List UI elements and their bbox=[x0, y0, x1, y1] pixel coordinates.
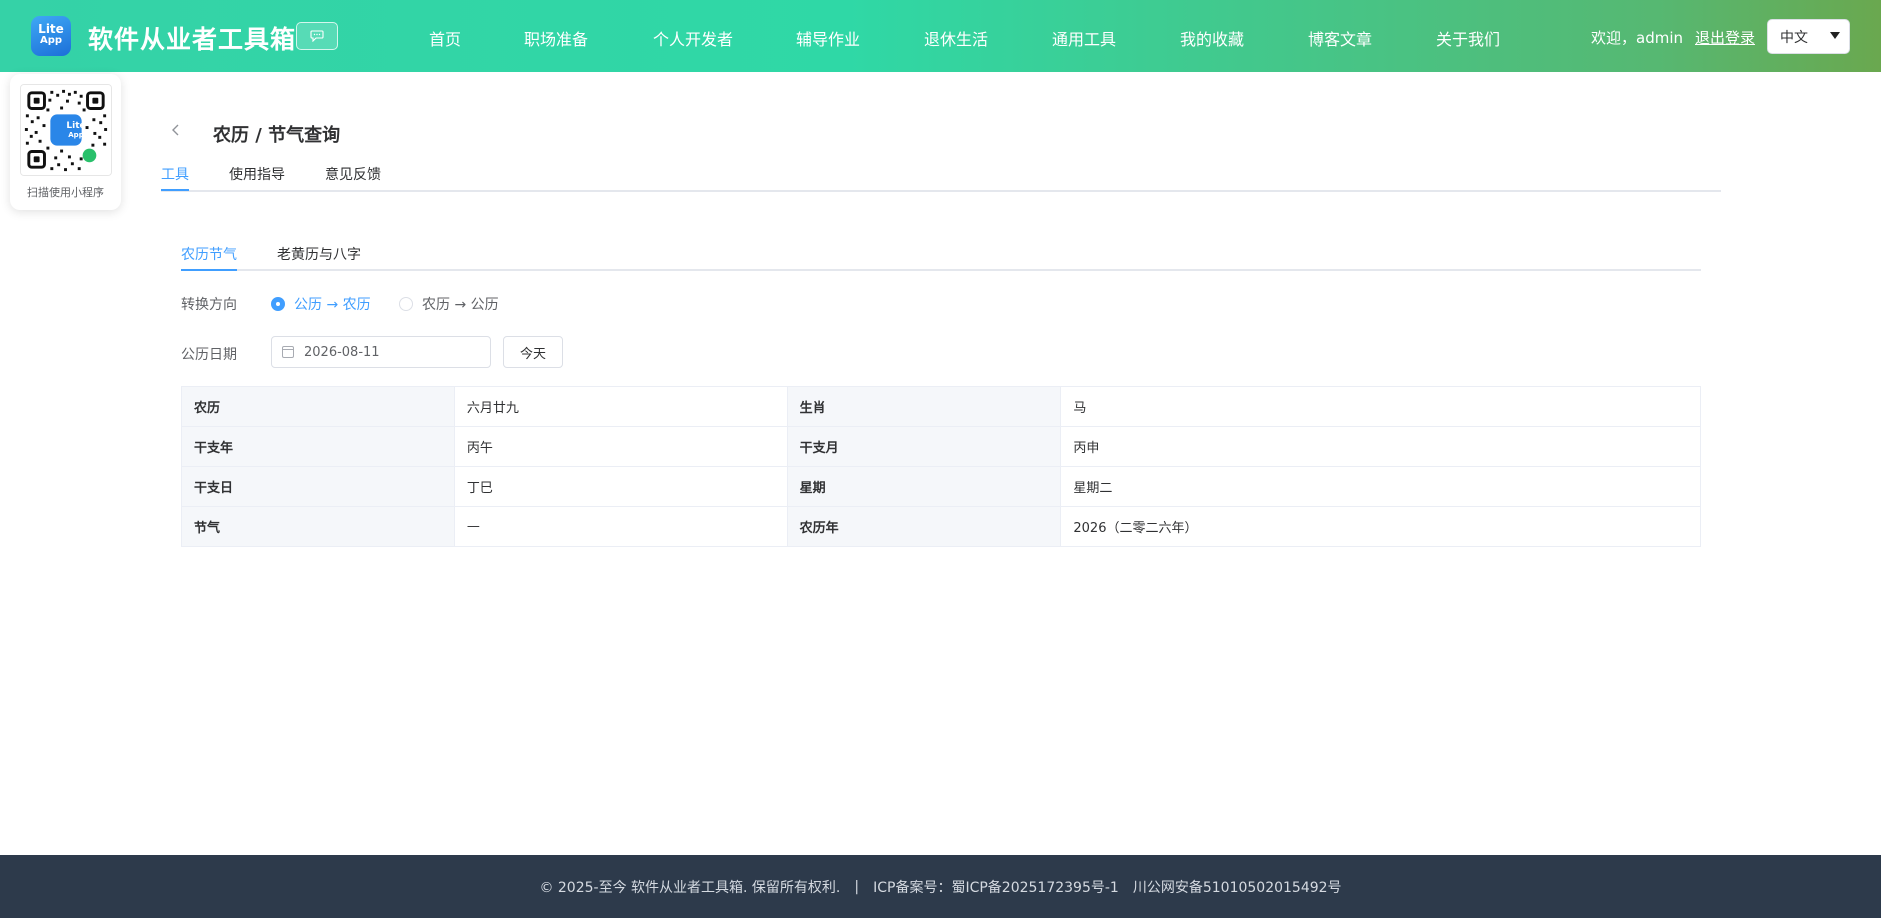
nav-retirement[interactable]: 退休生活 bbox=[924, 26, 988, 50]
footer-copyright: © 2025-至今 软件从业者工具箱. 保留所有权利. bbox=[539, 879, 841, 896]
mini-program-qr-card: Lite App 扫描使用小程序 bbox=[10, 74, 121, 210]
table-row: 农历 六月廿九 生肖 马 bbox=[181, 386, 1701, 427]
page-tabs: 工具 使用指导 意见反馈 bbox=[161, 160, 1721, 192]
table-label: 干支日 bbox=[181, 466, 455, 507]
table-label: 节气 bbox=[181, 506, 455, 547]
nav-indie-dev[interactable]: 个人开发者 bbox=[653, 26, 733, 50]
qr-logo-bottom: App bbox=[68, 131, 84, 139]
top-header: Lite App 软件从业者工具箱 首页 职场准备 个人开发者 辅导作业 退休生… bbox=[0, 0, 1881, 72]
page-footer: © 2025-至今 软件从业者工具箱. 保留所有权利. | ICP备案号：蜀IC… bbox=[0, 855, 1881, 918]
nav-homework[interactable]: 辅导作业 bbox=[796, 26, 860, 50]
chevron-down-icon bbox=[1830, 32, 1840, 39]
site-title[interactable]: 软件从业者工具箱 bbox=[88, 20, 296, 56]
table-value: — bbox=[453, 506, 788, 547]
radio-solar-to-lunar[interactable]: 公历 → 农历 bbox=[271, 294, 371, 314]
radio-dot bbox=[399, 297, 413, 311]
nav-blog[interactable]: 博客文章 bbox=[1308, 26, 1372, 50]
tab-lunar-solar-terms[interactable]: 农历节气 bbox=[181, 244, 237, 264]
table-row: 干支日 丁巳 星期 星期二 bbox=[181, 466, 1701, 507]
tab-tool[interactable]: 工具 bbox=[161, 164, 189, 184]
nav-general-tools[interactable]: 通用工具 bbox=[1052, 26, 1116, 50]
nav-favorites[interactable]: 我的收藏 bbox=[1180, 26, 1244, 50]
result-table: 农历 六月廿九 生肖 马 干支年 丙午 干支月 丙申 干支日 丁巳 星期 星期二… bbox=[181, 386, 1701, 547]
table-value: 马 bbox=[1060, 386, 1701, 427]
date-value: 2026-08-11 bbox=[304, 344, 380, 360]
radio-label: 公历 → 农历 bbox=[294, 297, 371, 313]
nav-about[interactable]: 关于我们 bbox=[1436, 26, 1500, 50]
date-picker-input[interactable]: 2026-08-11 bbox=[271, 336, 491, 368]
chat-icon bbox=[310, 30, 324, 42]
language-select[interactable]: 中文 bbox=[1767, 19, 1850, 54]
table-label: 干支年 bbox=[181, 426, 455, 467]
table-value: 丙午 bbox=[453, 426, 788, 467]
table-value: 六月廿九 bbox=[453, 386, 788, 427]
page-title: 农历 / 节气查询 bbox=[213, 125, 341, 146]
qr-logo-top: Lite bbox=[66, 121, 86, 131]
table-value: 2026（二零二六年） bbox=[1060, 506, 1701, 547]
active-tab-indicator bbox=[161, 189, 189, 191]
app-logo[interactable]: Lite App bbox=[31, 16, 71, 56]
language-value: 中文 bbox=[1780, 29, 1808, 46]
table-label: 星期 bbox=[786, 466, 1062, 507]
logout-link[interactable]: 退出登录 bbox=[1695, 27, 1755, 48]
table-value: 星期二 bbox=[1060, 466, 1701, 507]
calendar-icon bbox=[282, 346, 294, 358]
table-value: 丁巳 bbox=[453, 466, 788, 507]
today-button[interactable]: 今天 bbox=[503, 336, 563, 368]
direction-label: 转换方向 bbox=[181, 297, 237, 313]
radio-lunar-to-solar[interactable]: 农历 → 公历 bbox=[399, 294, 499, 314]
welcome-text: 欢迎，admin bbox=[1591, 29, 1683, 47]
table-label: 干支月 bbox=[786, 426, 1062, 467]
back-arrow-icon[interactable] bbox=[168, 122, 184, 138]
tab-guide[interactable]: 使用指导 bbox=[229, 164, 285, 184]
logo-text-top: Lite bbox=[38, 22, 64, 36]
qr-label: 扫描使用小程序 bbox=[27, 186, 104, 199]
active-inner-tab-indicator bbox=[181, 269, 237, 271]
logo-text-bottom: App bbox=[39, 35, 63, 46]
table-row: 干支年 丙午 干支月 丙申 bbox=[181, 426, 1701, 467]
footer-separator: | bbox=[854, 878, 860, 895]
table-value: 丙申 bbox=[1060, 426, 1701, 467]
date-label: 公历日期 bbox=[181, 347, 237, 363]
table-label: 生肖 bbox=[786, 386, 1062, 427]
radio-label: 农历 → 公历 bbox=[422, 297, 499, 313]
nav-career-prep[interactable]: 职场准备 bbox=[524, 26, 588, 50]
table-row: 节气 — 农历年 2026（二零二六年） bbox=[181, 506, 1701, 547]
tab-feedback[interactable]: 意见反馈 bbox=[325, 164, 381, 184]
qr-logo-text: Lite App bbox=[60, 122, 92, 140]
tool-tabs: 农历节气 老黄历与八字 bbox=[181, 240, 1701, 271]
radio-dot bbox=[271, 297, 285, 311]
chat-button[interactable] bbox=[296, 22, 338, 50]
tab-almanac-bazi[interactable]: 老黄历与八字 bbox=[277, 244, 361, 264]
footer-icp-link[interactable]: ICP备案号：蜀ICP备2025172395号-1 bbox=[873, 877, 1119, 897]
table-label: 农历 bbox=[181, 386, 455, 427]
table-label: 农历年 bbox=[786, 506, 1062, 547]
footer-police-link[interactable]: 川公网安备51010502015492号 bbox=[1133, 877, 1342, 897]
nav-home[interactable]: 首页 bbox=[429, 26, 461, 50]
